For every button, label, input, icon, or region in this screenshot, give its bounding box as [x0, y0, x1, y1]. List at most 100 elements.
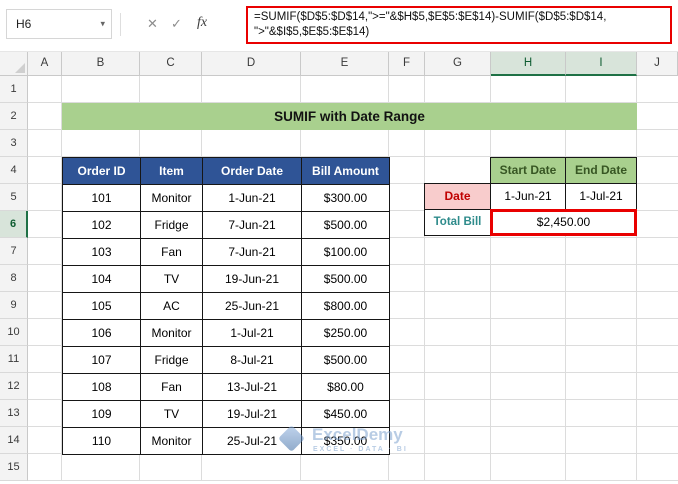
orders-cell-amount[interactable]: $450.00	[302, 401, 390, 428]
active-cell-total-bill-value[interactable]: $2,450.00	[490, 209, 637, 236]
orders-cell-item[interactable]: Fridge	[141, 347, 203, 374]
orders-cell-id[interactable]: 106	[63, 320, 141, 347]
orders-cell-date[interactable]: 19-Jul-21	[203, 401, 302, 428]
column-header-J[interactable]: J	[637, 52, 678, 76]
start-date-cell[interactable]: 1-Jun-21	[490, 183, 566, 210]
orders-cell-date[interactable]: 13-Jul-21	[203, 374, 302, 401]
orders-cell-id[interactable]: 101	[63, 185, 141, 212]
orders-cell-id[interactable]: 107	[63, 347, 141, 374]
column-header-G[interactable]: G	[425, 52, 491, 76]
column-headers: ABCDEFGHIJ	[28, 52, 678, 76]
row-header-8[interactable]: 8	[0, 265, 28, 292]
orders-cell-item[interactable]: Fan	[141, 239, 203, 266]
orders-cell-date[interactable]: 7-Jun-21	[203, 212, 302, 239]
row-header-10[interactable]: 10	[0, 319, 28, 346]
excel-window: H6 ▾ ✕ ✓ fx =SUMIF($D$5:$D$14,">="&$H$5,…	[0, 0, 678, 484]
orders-cell-date[interactable]: 8-Jul-21	[203, 347, 302, 374]
orders-cell-item[interactable]: Monitor	[141, 185, 203, 212]
row-header-4[interactable]: 4	[0, 157, 28, 184]
orders-cell-id[interactable]: 108	[63, 374, 141, 401]
column-header-E[interactable]: E	[301, 52, 389, 76]
orders-cell-item[interactable]: Fridge	[141, 212, 203, 239]
orders-cell-id[interactable]: 102	[63, 212, 141, 239]
row-header-6[interactable]: 6	[0, 211, 28, 238]
orders-cell-amount[interactable]: $500.00	[302, 266, 390, 293]
row-header-12[interactable]: 12	[0, 373, 28, 400]
orders-cell-amount[interactable]: $250.00	[302, 320, 390, 347]
orders-cell-amount[interactable]: $500.00	[302, 212, 390, 239]
row-header-13[interactable]: 13	[0, 400, 28, 427]
orders-cell-item[interactable]: TV	[141, 266, 203, 293]
column-header-D[interactable]: D	[202, 52, 301, 76]
table-row: 109 TV 19-Jul-21 $450.00	[63, 401, 390, 428]
name-box[interactable]: H6 ▾	[6, 9, 112, 39]
column-header-C[interactable]: C	[140, 52, 202, 76]
table-row: 108 Fan 13-Jul-21 $80.00	[63, 374, 390, 401]
orders-cell-amount[interactable]: $350.00	[302, 428, 390, 455]
orders-cell-item[interactable]: Monitor	[141, 428, 203, 455]
orders-cell-id[interactable]: 103	[63, 239, 141, 266]
orders-cell-item[interactable]: AC	[141, 293, 203, 320]
orders-cell-amount[interactable]: $800.00	[302, 293, 390, 320]
orders-cell-date[interactable]: 1-Jun-21	[203, 185, 302, 212]
orders-header-cell[interactable]: Order ID	[63, 158, 141, 185]
row-headers: 1 2 3 4 5 6 7 8 9 10 11 12 13 14 15	[0, 76, 28, 481]
row-header-3[interactable]: 3	[0, 130, 28, 157]
formula-bar: H6 ▾ ✕ ✓ fx =SUMIF($D$5:$D$14,">="&$H$5,…	[0, 0, 678, 52]
orders-cell-item[interactable]: Monitor	[141, 320, 203, 347]
orders-cell-item[interactable]: Fan	[141, 374, 203, 401]
gridline	[28, 480, 678, 481]
row-header-11[interactable]: 11	[0, 346, 28, 373]
formula-line-2: ">"&$I$5,$E$5:$E$14)	[254, 26, 370, 38]
end-date-cell[interactable]: 1-Jul-21	[565, 183, 637, 210]
gridline	[424, 76, 425, 481]
orders-cell-item[interactable]: TV	[141, 401, 203, 428]
column-header-H[interactable]: H	[491, 52, 566, 76]
orders-cell-id[interactable]: 110	[63, 428, 141, 455]
row-header-7[interactable]: 7	[0, 238, 28, 265]
row-header-1[interactable]: 1	[0, 76, 28, 103]
row-header-9[interactable]: 9	[0, 292, 28, 319]
total-bill-label-cell[interactable]: Total Bill	[424, 209, 491, 236]
enter-icon[interactable]: ✓	[171, 16, 182, 32]
table-row: 102 Fridge 7-Jun-21 $500.00	[63, 212, 390, 239]
formula-line-1: =SUMIF($D$5:$D$14,">="&$H$5,$E$5:$E$14)-…	[254, 11, 607, 23]
orders-cell-id[interactable]: 105	[63, 293, 141, 320]
row-header-15[interactable]: 15	[0, 454, 28, 481]
end-date-header-cell[interactable]: End Date	[565, 157, 637, 184]
orders-header-cell[interactable]: Bill Amount	[302, 158, 390, 185]
orders-cell-id[interactable]: 104	[63, 266, 141, 293]
orders-cell-date[interactable]: 25-Jun-21	[203, 293, 302, 320]
formula-input[interactable]: =SUMIF($D$5:$D$14,">="&$H$5,$E$5:$E$14)-…	[246, 6, 672, 44]
table-row: 107 Fridge 8-Jul-21 $500.00	[63, 347, 390, 374]
date-label-cell[interactable]: Date	[424, 183, 491, 210]
orders-cell-date[interactable]: 25-Jul-21	[203, 428, 302, 455]
orders-cell-amount[interactable]: $80.00	[302, 374, 390, 401]
orders-cell-date[interactable]: 19-Jun-21	[203, 266, 302, 293]
orders-cell-amount[interactable]: $100.00	[302, 239, 390, 266]
orders-table-header-row: Order ID Item Order Date Bill Amount	[63, 158, 390, 185]
orders-cell-date[interactable]: 1-Jul-21	[203, 320, 302, 347]
orders-header-cell[interactable]: Order Date	[203, 158, 302, 185]
column-header-I[interactable]: I	[566, 52, 637, 76]
start-date-header-cell[interactable]: Start Date	[490, 157, 566, 184]
orders-cell-date[interactable]: 7-Jun-21	[203, 239, 302, 266]
table-row: 101 Monitor 1-Jun-21 $300.00	[63, 185, 390, 212]
title-banner[interactable]: SUMIF with Date Range	[62, 103, 637, 130]
row-header-5[interactable]: 5	[0, 184, 28, 211]
orders-table: Order ID Item Order Date Bill Amount 101 Mon…	[62, 157, 390, 455]
column-header-A[interactable]: A	[28, 52, 62, 76]
orders-cell-id[interactable]: 109	[63, 401, 141, 428]
row-header-14[interactable]: 14	[0, 427, 28, 454]
row-header-2[interactable]: 2	[0, 103, 28, 130]
cancel-icon[interactable]: ✕	[147, 16, 158, 32]
column-header-B[interactable]: B	[62, 52, 140, 76]
chevron-down-icon[interactable]: ▾	[100, 19, 105, 30]
orders-cell-amount[interactable]: $300.00	[302, 185, 390, 212]
orders-header-cell[interactable]: Item	[141, 158, 203, 185]
column-header-F[interactable]: F	[389, 52, 425, 76]
insert-function-icon[interactable]: fx	[197, 15, 207, 31]
gridline	[565, 76, 566, 481]
select-all-corner[interactable]	[0, 52, 28, 76]
orders-cell-amount[interactable]: $500.00	[302, 347, 390, 374]
